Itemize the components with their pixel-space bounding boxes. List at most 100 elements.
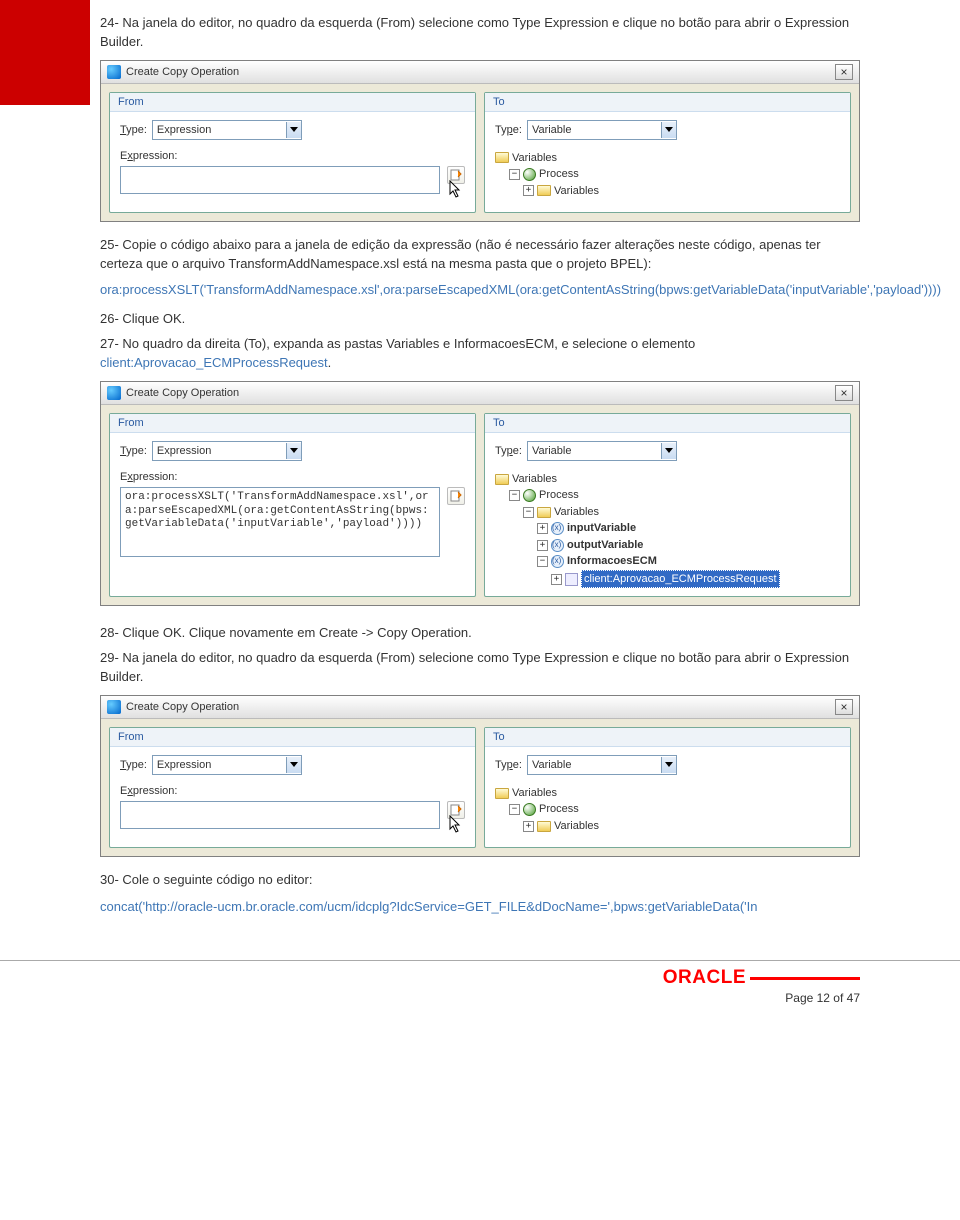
expand-icon[interactable]: + [523, 185, 534, 196]
chevron-down-icon [661, 757, 676, 773]
variable-icon [551, 539, 564, 552]
dialog-icon [107, 700, 121, 714]
type-label: Type: [120, 124, 147, 136]
from-type-select[interactable]: Expression [152, 120, 302, 140]
from-legend: From [110, 414, 475, 433]
tree-node[interactable]: inputVariable [567, 520, 636, 537]
from-type-select[interactable]: Expression [152, 755, 302, 775]
red-sidebar-accent [0, 0, 90, 105]
folder-icon [495, 474, 509, 485]
expression-label: Expression: [120, 785, 465, 797]
collapse-icon[interactable]: − [509, 490, 520, 501]
create-copy-operation-dialog-2: Create Copy Operation × From Type: Expre… [100, 381, 860, 607]
expression-textbox[interactable] [120, 801, 440, 829]
step-25: 25- Copie o código abaixo para a janela … [100, 236, 860, 274]
chevron-down-icon [661, 443, 676, 459]
tree-node[interactable]: outputVariable [567, 537, 643, 554]
to-type-select[interactable]: Variable [527, 441, 677, 461]
dialog-titlebar: Create Copy Operation × [101, 61, 859, 84]
from-legend: From [110, 728, 475, 747]
process-icon [523, 489, 536, 502]
collapse-icon[interactable]: − [509, 804, 520, 815]
close-button[interactable]: × [835, 699, 853, 715]
cursor-icon [449, 180, 465, 200]
variable-icon [551, 522, 564, 535]
tree-node[interactable]: InformacoesECM [567, 553, 657, 570]
step-28: 28- Clique OK. Clique novamente em Creat… [100, 624, 860, 643]
dialog-title: Create Copy Operation [126, 66, 239, 78]
to-type-label: Type: [495, 445, 522, 457]
type-label: Type: [120, 445, 147, 457]
to-legend: To [485, 728, 850, 747]
from-legend: From [110, 93, 475, 112]
to-type-select[interactable]: Variable [527, 755, 677, 775]
folder-icon [537, 821, 551, 832]
step-30: 30- Cole o seguinte código no editor: [100, 871, 860, 890]
tree-node[interactable]: Variables [512, 471, 557, 488]
to-pane: To Type: Variable Variables −Process −Va… [484, 413, 851, 598]
tree-node[interactable]: Variables [554, 504, 599, 521]
variables-tree[interactable]: Variables −Process −Variables +inputVari… [495, 471, 840, 589]
page-footer: ORACLE Page 12 of 47 [0, 960, 960, 1021]
page-number: Page 12 of 47 [785, 991, 860, 1005]
step-29: 29- Na janela do editor, no quadro da es… [100, 649, 860, 687]
close-button[interactable]: × [835, 64, 853, 80]
expand-icon[interactable]: + [537, 540, 548, 551]
from-type-select[interactable]: Expression [152, 441, 302, 461]
expand-icon[interactable]: + [523, 821, 534, 832]
chevron-down-icon [286, 122, 301, 138]
process-icon [523, 168, 536, 181]
from-pane: From Type: Expression Expression: [109, 727, 476, 848]
close-button[interactable]: × [835, 385, 853, 401]
to-type-label: Type: [495, 759, 522, 771]
step-27: 27- No quadro da direita (To), expanda a… [100, 335, 860, 373]
type-label: Type: [120, 759, 147, 771]
oracle-logo: ORACLE [663, 967, 860, 989]
element-icon [565, 573, 578, 586]
to-type-label: Type: [495, 124, 522, 136]
folder-icon [537, 185, 551, 196]
step-26: 26- Clique OK. [100, 310, 860, 329]
tree-node[interactable]: Process [539, 487, 579, 504]
tree-node[interactable]: Variables [512, 785, 557, 802]
collapse-icon[interactable]: − [537, 556, 548, 567]
dialog-title: Create Copy Operation [126, 387, 239, 399]
to-pane: To Type: Variable Variables −Process +Va… [484, 92, 851, 213]
collapse-icon[interactable]: − [523, 507, 534, 518]
folder-icon [537, 507, 551, 518]
tree-node[interactable]: Variables [554, 183, 599, 200]
document-content: 24- Na janela do editor, no quadro da es… [0, 0, 960, 936]
step-30-code: concat('http://oracle-ucm.br.oracle.com/… [100, 898, 860, 917]
tree-node[interactable]: Variables [512, 150, 557, 167]
variables-tree[interactable]: Variables − Process + Variables [495, 150, 840, 200]
tree-node-selected[interactable]: client:Aprovacao_ECMProcessRequest [581, 570, 780, 589]
tree-node[interactable]: Process [539, 166, 579, 183]
expand-icon[interactable]: + [551, 574, 562, 585]
dialog-titlebar: Create Copy Operation × [101, 382, 859, 405]
variable-icon [551, 555, 564, 568]
folder-icon [495, 152, 509, 163]
expression-textbox[interactable]: ora:processXSLT('TransformAddNamespace.x… [120, 487, 440, 557]
expression-builder-button[interactable] [447, 487, 465, 505]
tree-node[interactable]: Variables [554, 818, 599, 835]
collapse-icon[interactable]: − [509, 169, 520, 180]
variables-tree[interactable]: Variables − Process + Variables [495, 785, 840, 835]
to-pane: To Type: Variable Variables −Process +Va… [484, 727, 851, 848]
to-legend: To [485, 93, 850, 112]
expression-label: Expression: [120, 471, 465, 483]
tree-node[interactable]: Process [539, 801, 579, 818]
dialog-title: Create Copy Operation [126, 701, 239, 713]
dialog-titlebar: Create Copy Operation × [101, 696, 859, 719]
chevron-down-icon [286, 443, 301, 459]
to-type-select[interactable]: Variable [527, 120, 677, 140]
to-legend: To [485, 414, 850, 433]
create-copy-operation-dialog-3: Create Copy Operation × From Type: Expre… [100, 695, 860, 857]
expand-icon[interactable]: + [537, 523, 548, 534]
expression-textbox[interactable] [120, 166, 440, 194]
chevron-down-icon [286, 757, 301, 773]
from-pane: From Type: Expression Expression: [109, 92, 476, 213]
from-pane: From Type: Expression Expression: ora:pr… [109, 413, 476, 598]
process-icon [523, 803, 536, 816]
dialog-icon [107, 386, 121, 400]
step-24: 24- Na janela do editor, no quadro da es… [100, 14, 860, 52]
